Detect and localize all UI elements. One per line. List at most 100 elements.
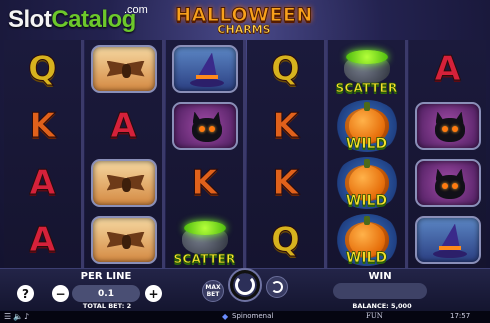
game-logo: HALLOWEEN CHARMS xyxy=(166,5,322,36)
game-screen: Slot Catalog .com HALLOWEEN CHARMS QKAAA… xyxy=(0,0,490,323)
per-line-label: PER LINE xyxy=(80,271,132,282)
symbol-hat xyxy=(414,215,481,264)
reel-cell: K xyxy=(166,154,243,211)
symbol-k: K xyxy=(191,162,218,203)
reel-separator xyxy=(81,40,84,268)
watermark-com: .com xyxy=(124,4,148,16)
reel-1: QKAA xyxy=(4,40,81,268)
symbol-bat xyxy=(90,44,157,93)
symbol-q: Q xyxy=(28,48,58,89)
witch-hat-icon xyxy=(432,223,467,260)
symbol-bat xyxy=(90,215,157,264)
reel-cell: Q xyxy=(4,40,81,97)
reel-separator xyxy=(162,40,165,268)
reel-cell: Q xyxy=(247,40,324,97)
max-bet-line-1: MAX xyxy=(205,284,221,291)
autoplay-icon xyxy=(271,281,283,293)
reel-cell: A xyxy=(85,97,162,154)
reel-cell: K xyxy=(247,154,324,211)
reel-3: K SCATTER xyxy=(166,40,243,268)
spin-button[interactable] xyxy=(228,268,262,302)
cauldron-icon xyxy=(180,215,230,257)
symbol-scatter: SCATTER xyxy=(166,211,243,268)
reel-cell xyxy=(85,211,162,268)
play-mode: FUN xyxy=(366,312,383,320)
reel-grid: Q K A A A K SCATTER Q K K Q SCATTER WILD WILD WILD A xyxy=(4,40,486,268)
symbol-cat xyxy=(171,101,238,150)
reel-2: A xyxy=(85,40,162,268)
reel-cell: A xyxy=(409,40,486,97)
scatter-label: SCATTER xyxy=(173,252,236,267)
witch-hat-icon xyxy=(189,52,224,89)
symbol-bat xyxy=(90,158,157,207)
total-bet: TOTAL BET: 2 xyxy=(82,302,132,310)
autoplay-button[interactable] xyxy=(266,276,288,298)
max-bet-button[interactable]: MAX BET xyxy=(202,280,224,302)
symbol-a: A xyxy=(434,48,461,89)
symbol-q: Q xyxy=(271,48,301,89)
symbol-k: K xyxy=(29,105,56,146)
reel-5: SCATTER WILD WILD WILD xyxy=(328,40,405,268)
reel-cell: A xyxy=(4,211,81,268)
spinomenal-logo-icon: ◆ xyxy=(222,312,229,321)
scatter-label: SCATTER xyxy=(335,81,398,96)
black-cat-icon xyxy=(434,111,465,144)
reel-cell xyxy=(409,211,486,268)
cauldron-icon xyxy=(342,44,392,86)
bat-icon xyxy=(106,231,145,252)
symbol-cat xyxy=(414,158,481,207)
wild-label: WILD xyxy=(345,250,388,267)
reel-cell: K xyxy=(4,97,81,154)
symbol-q: Q xyxy=(271,219,301,260)
increase-bet-button[interactable]: + xyxy=(145,285,162,302)
watermark-slot: Slot xyxy=(8,6,52,33)
menu-icon[interactable]: ☰ xyxy=(4,312,11,321)
reel-separator xyxy=(405,40,408,268)
black-cat-icon xyxy=(434,168,465,201)
clock: 17:57 xyxy=(450,312,471,320)
symbol-wild: WILD xyxy=(328,97,405,154)
reel-cell: Q xyxy=(247,211,324,268)
reel-cell: K xyxy=(247,97,324,154)
footer-bar: ☰ 🔈 ♪ ◆ Spinomenal FUN 17:57 xyxy=(0,311,490,323)
reel-cell xyxy=(85,40,162,97)
balance: BALANCE: 5,000 xyxy=(352,302,412,310)
per-line-value: 0.1 xyxy=(72,285,140,302)
music-icon[interactable]: ♪ xyxy=(24,312,29,321)
decrease-bet-button[interactable]: − xyxy=(52,285,69,302)
reel-cell xyxy=(166,40,243,97)
symbol-cat xyxy=(414,101,481,150)
symbol-a: A xyxy=(29,219,56,260)
reel-separator xyxy=(324,40,327,268)
reel-separator xyxy=(243,40,246,268)
reel-cell xyxy=(409,97,486,154)
bat-icon xyxy=(106,174,145,195)
spin-icon xyxy=(235,275,255,295)
provider-name: Spinomenal xyxy=(232,312,274,320)
symbol-a: A xyxy=(110,105,137,146)
help-button[interactable]: ? xyxy=(17,285,34,302)
reel-cell xyxy=(409,154,486,211)
reel-4: QKKQ xyxy=(247,40,324,268)
win-label: WIN xyxy=(368,271,392,282)
symbol-k: K xyxy=(272,105,299,146)
symbol-wild: WILD xyxy=(328,154,405,211)
symbol-hat xyxy=(171,44,238,93)
slotcatalog-watermark: Slot Catalog .com xyxy=(8,4,148,34)
max-bet-line-2: BET xyxy=(206,291,220,298)
bat-icon xyxy=(106,60,145,81)
sound-icon[interactable]: 🔈 xyxy=(13,312,23,321)
reel-cell: A xyxy=(4,154,81,211)
wild-label: WILD xyxy=(345,193,388,210)
symbol-scatter: SCATTER xyxy=(328,40,405,97)
black-cat-icon xyxy=(191,111,222,144)
symbol-a: A xyxy=(29,162,56,203)
reel-6: A xyxy=(409,40,486,268)
symbol-k: K xyxy=(272,162,299,203)
reel-cell xyxy=(85,154,162,211)
symbol-wild: WILD xyxy=(328,211,405,268)
win-display xyxy=(333,283,427,299)
reel-cell xyxy=(166,97,243,154)
wild-label: WILD xyxy=(345,136,388,153)
logo-line-1: HALLOWEEN xyxy=(175,4,313,26)
